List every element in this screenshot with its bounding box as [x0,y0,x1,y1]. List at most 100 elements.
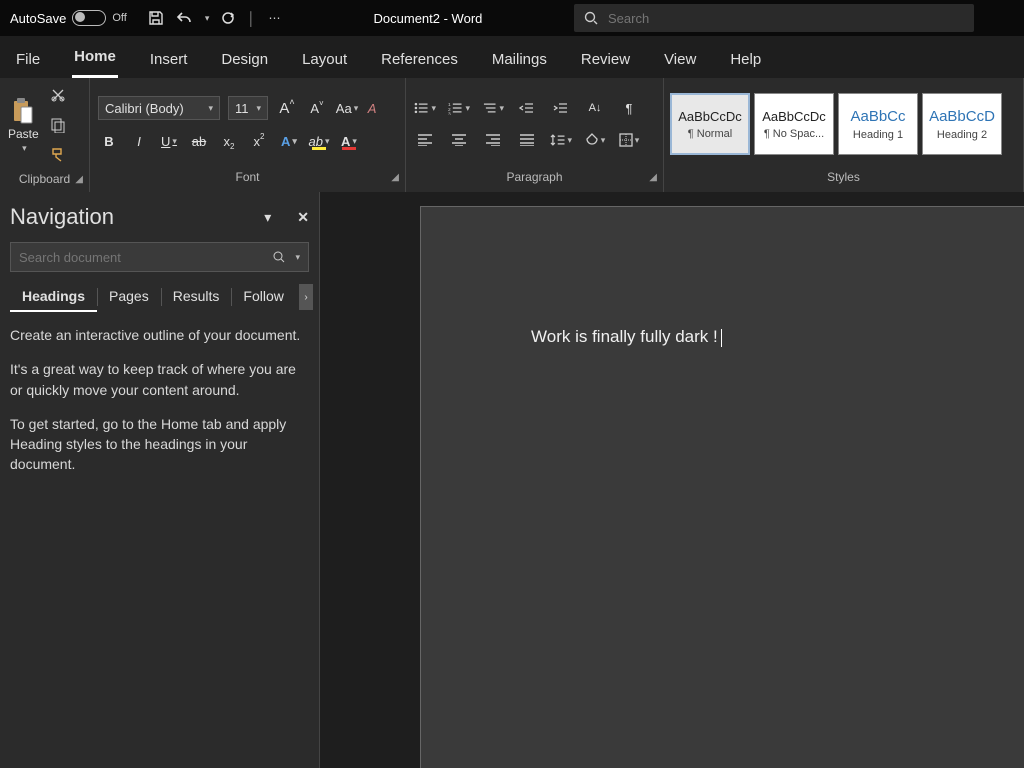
nav-tab-headings[interactable]: Headings [10,284,97,312]
search-icon[interactable] [273,251,285,263]
search-bar[interactable] [574,4,974,32]
ribbon-tabs: File Home Insert Design Layout Reference… [0,36,1024,78]
tab-insert[interactable]: Insert [148,43,190,78]
sort-icon[interactable]: A↓ [584,97,606,119]
style-preview: AaBbCcDc [762,109,826,124]
tab-view[interactable]: View [662,43,698,78]
strikethrough-button[interactable]: ab [188,130,210,152]
tab-layout[interactable]: Layout [300,43,349,78]
style-label: ¶ No Spac... [758,128,830,140]
styles-group-label: Styles [827,170,860,184]
increase-indent-icon[interactable] [550,97,572,119]
nav-tabs-scroll-right-icon[interactable]: › [299,284,313,310]
shading-icon[interactable]: ▾ [584,129,606,151]
borders-icon[interactable]: ▾ [618,129,640,151]
tab-home[interactable]: Home [72,40,118,78]
paragraph-dialog-launcher-icon[interactable]: ◢ [649,172,657,183]
font-name-combo[interactable]: Calibri (Body)▾ [98,96,220,120]
font-group-label: Font [235,170,259,184]
nav-tab-results[interactable]: Results [161,284,232,312]
bold-button[interactable]: B [98,130,120,152]
superscript-button[interactable]: x2 [248,130,270,152]
bullets-icon[interactable]: ▾ [414,97,436,119]
svg-text:3: 3 [448,112,451,115]
window-title: Document2 - Word [374,11,483,26]
subscript-button[interactable]: x2 [218,130,240,152]
style-preview: AaBbCc [850,108,905,125]
document-area[interactable]: Work is finally fully dark ! [320,192,1024,768]
toggle-off-icon[interactable] [72,10,106,26]
nav-dropdown-icon[interactable]: ▾ [264,209,271,226]
nav-tabs: Headings Pages Results Follow › [10,284,309,313]
decrease-indent-icon[interactable] [516,97,538,119]
group-paragraph: ▾ 123▾ ▾ A↓ ¶ ▾ ▾ ▾ P [406,78,664,192]
align-center-icon[interactable] [448,129,470,151]
navigation-title: Navigation [10,204,114,230]
customize-qat-icon[interactable]: ⋯ [266,9,284,27]
format-painter-icon[interactable] [47,144,69,166]
tab-mailings[interactable]: Mailings [490,43,549,78]
nav-help-text: It's a great way to keep track of where … [10,359,309,400]
undo-dropdown-icon[interactable]: ▾ [205,13,210,24]
autosave-state: Off [112,12,126,24]
nav-search-box[interactable]: ▾ [10,242,309,272]
style-heading-1[interactable]: AaBbCc Heading 1 [838,93,918,155]
clipboard-group-label: Clipboard [19,172,70,186]
clipboard-dialog-launcher-icon[interactable]: ◢ [75,174,83,185]
tab-review[interactable]: Review [579,43,632,78]
tab-references[interactable]: References [379,43,460,78]
tab-file[interactable]: File [14,43,42,78]
autosave-label: AutoSave [10,11,66,26]
italic-button[interactable]: I [128,130,150,152]
autosave-toggle[interactable]: AutoSave Off [0,10,137,26]
nav-help-text: To get started, go to the Home tab and a… [10,414,309,475]
multilevel-list-icon[interactable]: ▾ [482,97,504,119]
group-font: Calibri (Body)▾ 11▾ A˄ A˅ Aa▾ A⃠ B I U▾ … [90,78,406,192]
nav-close-icon[interactable]: ✕ [297,209,309,226]
search-input[interactable] [608,11,964,26]
justify-icon[interactable] [516,129,538,151]
clipboard-icon [12,97,34,125]
group-styles: AaBbCcDc ¶ Normal AaBbCcDc ¶ No Spac... … [664,78,1024,192]
redo-icon[interactable] [219,9,237,27]
document-text[interactable]: Work is finally fully dark ! [531,327,718,346]
title-bar: AutoSave Off ▾ │ ⋯ Document2 - Word [0,0,1024,36]
text-effects-icon[interactable]: A▾ [278,130,300,152]
ribbon: Paste ▾ Clipboard◢ Calibri (Body)▾ 11▾ A… [0,78,1024,192]
align-left-icon[interactable] [414,129,436,151]
font-name-value: Calibri (Body) [105,101,184,116]
clear-formatting-icon[interactable]: A⃠ [366,97,388,119]
style-no-spacing[interactable]: AaBbCcDc ¶ No Spac... [754,93,834,155]
style-heading-2[interactable]: AaBbCcD Heading 2 [922,93,1002,155]
highlight-color-icon[interactable]: ab▾ [308,130,330,152]
font-size-combo[interactable]: 11▾ [228,96,268,120]
change-case-icon[interactable]: Aa▾ [336,97,358,119]
nav-tab-follow[interactable]: Follow [231,284,295,312]
show-paragraph-marks-icon[interactable]: ¶ [618,97,640,119]
paste-button[interactable]: Paste ▾ [8,97,39,154]
align-right-icon[interactable] [482,129,504,151]
line-spacing-icon[interactable]: ▾ [550,129,572,151]
style-label: Heading 1 [842,129,914,141]
numbering-icon[interactable]: 123▾ [448,97,470,119]
style-normal[interactable]: AaBbCcDc ¶ Normal [670,93,750,155]
nav-search-input[interactable] [19,250,265,265]
nav-help-text: Create an interactive outline of your do… [10,325,309,345]
nav-search-dropdown-icon[interactable]: ▾ [295,252,300,263]
tab-design[interactable]: Design [219,43,270,78]
font-dialog-launcher-icon[interactable]: ◢ [391,172,399,183]
grow-font-icon[interactable]: A˄ [276,97,298,119]
nav-body: Create an interactive outline of your do… [10,325,309,489]
tab-help[interactable]: Help [728,43,763,78]
undo-icon[interactable] [175,9,193,27]
underline-button[interactable]: U▾ [158,130,180,152]
cut-icon[interactable] [47,84,69,106]
font-color-icon[interactable]: A▾ [338,130,360,152]
paste-dropdown-icon[interactable]: ▾ [22,143,27,154]
copy-icon[interactable] [47,114,69,136]
save-icon[interactable] [147,9,165,27]
shrink-font-icon[interactable]: A˅ [306,97,328,119]
document-page[interactable]: Work is finally fully dark ! [420,206,1024,768]
search-icon [584,11,598,25]
nav-tab-pages[interactable]: Pages [97,284,161,312]
